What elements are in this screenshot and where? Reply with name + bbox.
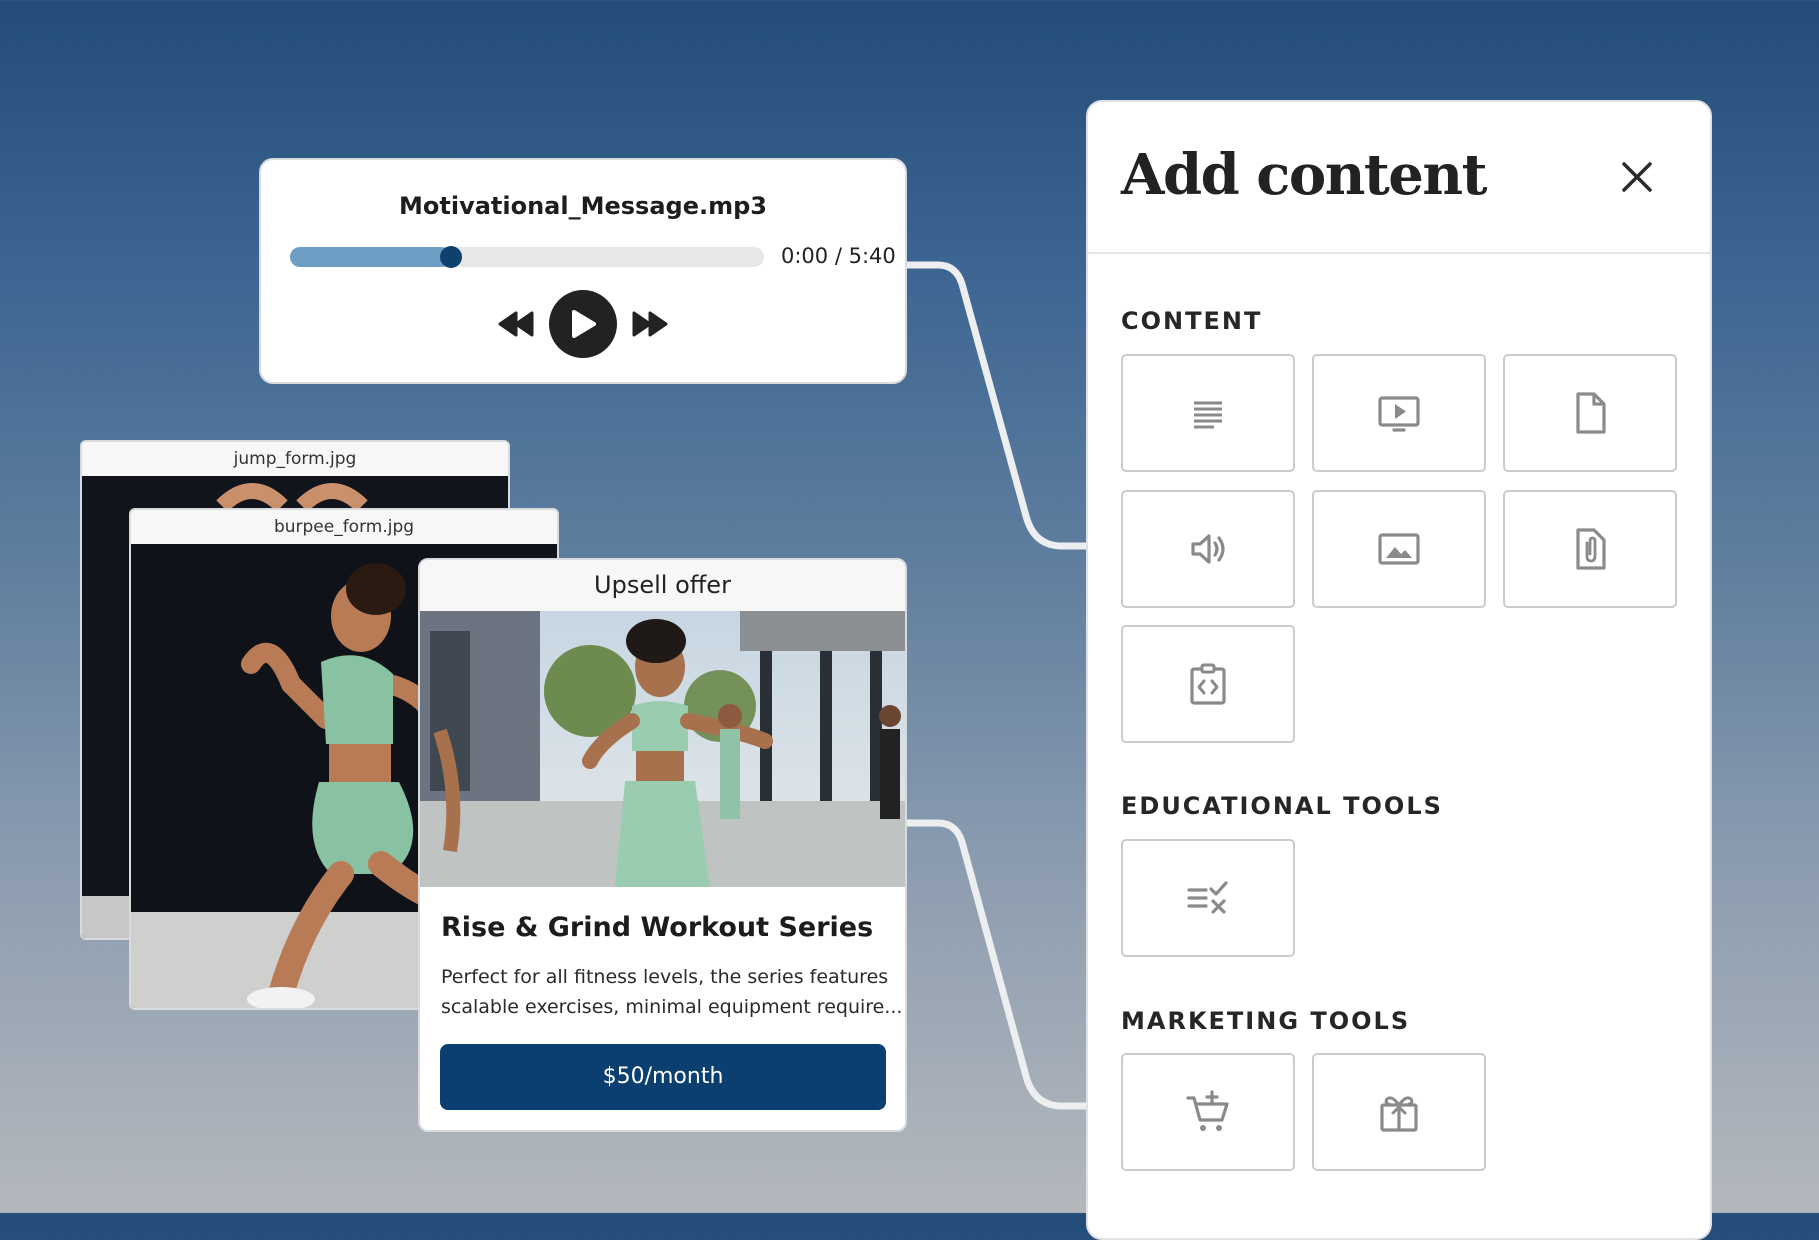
- tile-gift[interactable]: [1312, 1053, 1486, 1171]
- tile-quiz[interactable]: [1121, 839, 1295, 957]
- gift-icon: [1380, 1096, 1418, 1132]
- fast-forward-button[interactable]: [631, 311, 669, 337]
- tile-video[interactable]: [1312, 354, 1486, 472]
- video-icon: [1378, 396, 1420, 432]
- section-label-content: CONTENT: [1121, 307, 1263, 335]
- tile-embed-code[interactable]: [1121, 625, 1295, 743]
- section-label-marketing-tools: MARKETING TOOLS: [1121, 1007, 1411, 1035]
- image-file-name: jump_form.jpg: [82, 442, 508, 476]
- connector-upsell: [903, 819, 1092, 1110]
- play-button[interactable]: [549, 290, 617, 358]
- fast-forward-icon: [632, 311, 668, 337]
- audio-file-name: Motivational_Message.mp3: [399, 192, 767, 220]
- audio-time-readout: 0:00 / 5:40: [781, 244, 896, 268]
- rewind-icon: [498, 311, 534, 337]
- connector-audio: [903, 261, 1092, 550]
- upsell-description-line: scalable exercises, minimal equipment re…: [441, 996, 903, 1018]
- tile-text[interactable]: [1121, 354, 1295, 472]
- audio-progress-knob[interactable]: [440, 246, 463, 268]
- audio-icon: [1191, 534, 1225, 564]
- embed-code-icon: [1190, 663, 1226, 705]
- audio-progress-bar[interactable]: [290, 246, 764, 268]
- play-icon: [572, 310, 596, 338]
- audio-controls: [261, 290, 905, 358]
- image-file-name: burpee_form.jpg: [131, 510, 557, 544]
- upsell-photo: [420, 611, 905, 887]
- add-to-cart-icon: [1186, 1090, 1229, 1131]
- audio-player-card: Motivational_Message.mp3 0:00 / 5:40: [259, 158, 907, 384]
- price-button[interactable]: $50/month: [440, 1044, 886, 1110]
- section-label-educational-tools: EDUCATIONAL TOOLS: [1121, 792, 1443, 820]
- close-icon: [1622, 162, 1652, 192]
- quiz-icon: [1187, 881, 1228, 914]
- document-icon: [1576, 392, 1606, 434]
- upsell-description-line: Perfect for all fitness levels, the seri…: [441, 966, 889, 988]
- upsell-header: Upsell offer: [420, 560, 905, 611]
- panel-header: Add content: [1088, 102, 1710, 254]
- tile-attachment[interactable]: [1503, 490, 1677, 608]
- audio-progress-fill: [290, 247, 452, 267]
- upsell-offer-card: Upsell offer Rise & Grind Workout Series…: [418, 558, 907, 1132]
- tile-add-to-cart[interactable]: [1121, 1053, 1295, 1171]
- tile-image[interactable]: [1312, 490, 1486, 608]
- upsell-title: Rise & Grind Workout Series: [441, 912, 874, 943]
- attachment-icon: [1576, 528, 1606, 570]
- rewind-button[interactable]: [497, 311, 535, 337]
- upsell-description: Perfect for all fitness levels, the seri…: [441, 962, 903, 1022]
- tile-audio[interactable]: [1121, 490, 1295, 608]
- close-button[interactable]: [1614, 154, 1660, 200]
- tile-document[interactable]: [1503, 354, 1677, 472]
- image-icon: [1378, 533, 1420, 565]
- add-content-panel: Add content CONTENT EDUCATIONAL TOOLS MA…: [1086, 100, 1712, 1240]
- panel-title: Add content: [1121, 142, 1488, 208]
- text-icon: [1194, 401, 1222, 429]
